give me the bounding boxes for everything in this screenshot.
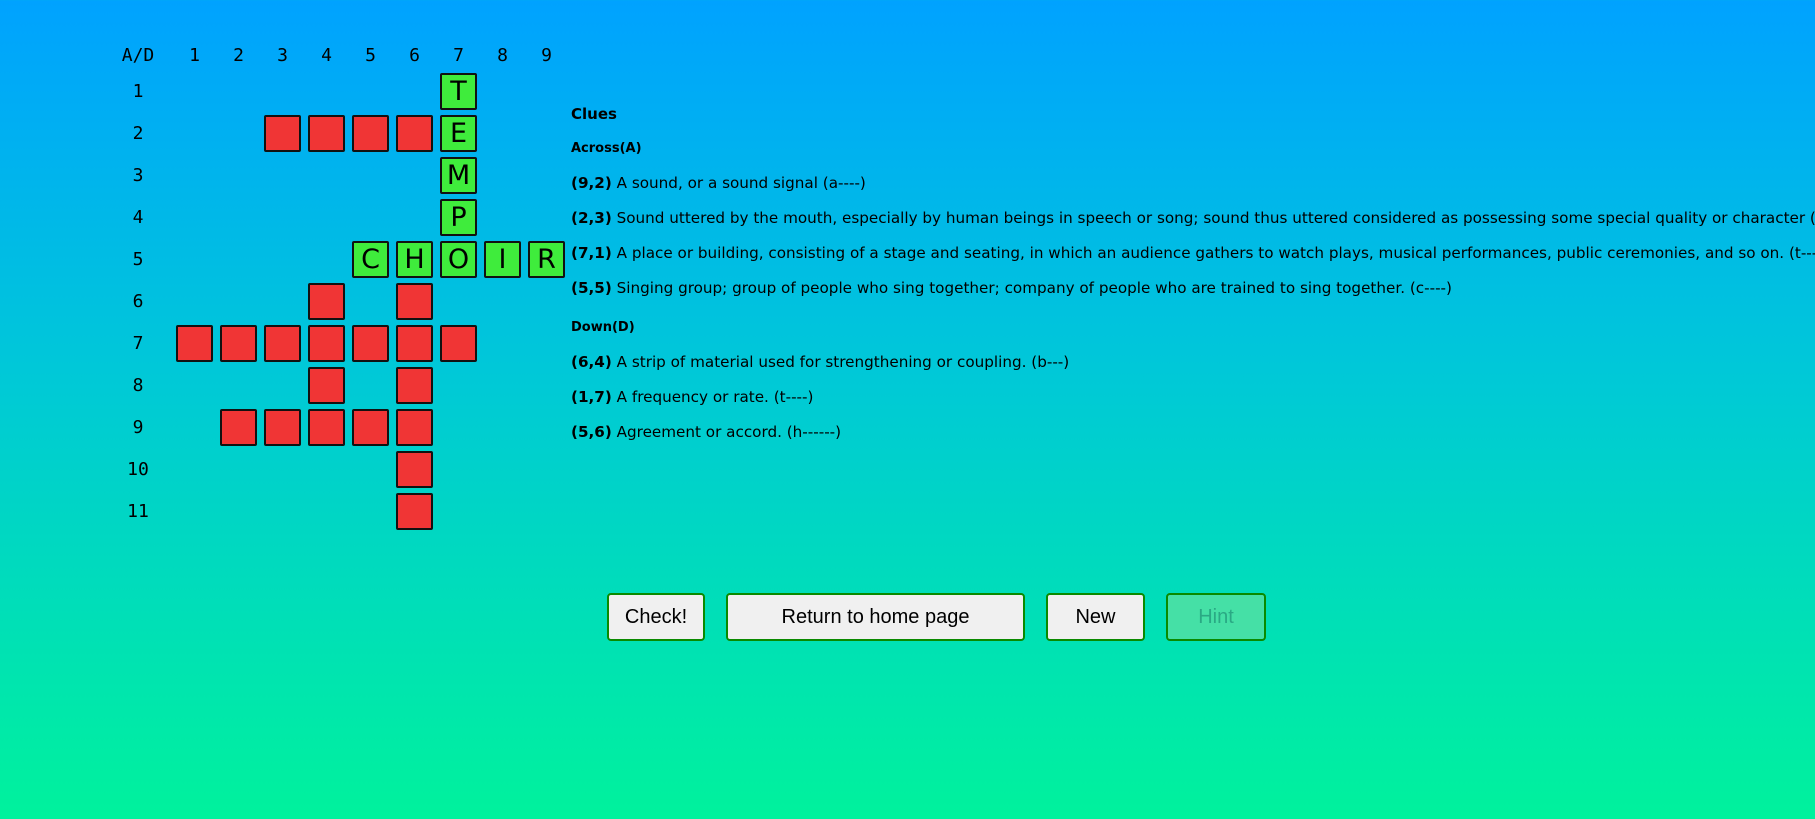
clue-position: (7,1) xyxy=(571,244,612,262)
across-clue: (7,1) A place or building, consisting of… xyxy=(571,244,1815,262)
crossword-cell[interactable] xyxy=(396,493,433,530)
crossword-cell[interactable] xyxy=(308,409,345,446)
new-button[interactable]: New xyxy=(1046,593,1145,641)
row-label: 3 xyxy=(132,165,144,186)
row-label: 11 xyxy=(127,501,149,522)
crossword-cell[interactable] xyxy=(396,451,433,488)
crossword-cell[interactable] xyxy=(396,283,433,320)
row-label: 1 xyxy=(132,81,144,102)
crossword-cell[interactable]: M xyxy=(440,157,477,194)
crossword-cell[interactable] xyxy=(308,325,345,362)
crossword-cell[interactable] xyxy=(396,367,433,404)
crossword-cell[interactable] xyxy=(396,409,433,446)
clue-position: (5,5) xyxy=(571,279,612,297)
row-label: 4 xyxy=(132,207,144,228)
crossword-cell[interactable] xyxy=(352,409,389,446)
column-label: 1 xyxy=(189,45,200,66)
down-clue: (6,4) A strip of material used for stren… xyxy=(571,353,1801,371)
crossword-cell[interactable]: T xyxy=(440,73,477,110)
crossword-cell[interactable]: I xyxy=(484,241,521,278)
clues-title: Clues xyxy=(571,105,617,123)
clue-position: (6,4) xyxy=(571,353,612,371)
across-clue-list: (9,2) A sound, or a sound signal (a----)… xyxy=(571,174,1815,297)
row-label: 10 xyxy=(127,459,149,480)
column-label: 7 xyxy=(453,45,464,66)
row-label: 2 xyxy=(132,123,144,144)
column-label: 9 xyxy=(541,45,552,66)
crossword-cell[interactable] xyxy=(396,115,433,152)
across-clue: (2,3) Sound uttered by the mouth, especi… xyxy=(571,209,1815,227)
clue-position: (1,7) xyxy=(571,388,612,406)
column-label: 6 xyxy=(409,45,420,66)
crossword-cell[interactable]: O xyxy=(440,241,477,278)
crossword-cell[interactable] xyxy=(352,115,389,152)
column-label: 3 xyxy=(277,45,288,66)
crossword-cell[interactable] xyxy=(352,325,389,362)
crossword-cell[interactable] xyxy=(220,409,257,446)
crossword-cell[interactable] xyxy=(308,283,345,320)
clues-panel: Clues Across(A) (9,2) A sound, or a soun… xyxy=(571,105,1815,458)
row-label: 8 xyxy=(132,375,144,396)
return-home-button[interactable]: Return to home page xyxy=(726,593,1025,641)
check-button[interactable]: Check! xyxy=(607,593,705,641)
crossword-cell[interactable] xyxy=(396,325,433,362)
crossword-cell[interactable] xyxy=(176,325,213,362)
down-clue: (1,7) A frequency or rate. (t----) xyxy=(571,388,1801,406)
crossword-cell[interactable] xyxy=(308,367,345,404)
crossword-cell[interactable] xyxy=(264,325,301,362)
crossword-cell[interactable] xyxy=(264,115,301,152)
row-label: 9 xyxy=(132,417,144,438)
crossword-cell[interactable] xyxy=(264,409,301,446)
down-clue: (5,6) Agreement or accord. (h------) xyxy=(571,423,1801,441)
clue-text: A frequency or rate. (t----) xyxy=(616,388,814,406)
row-label: 7 xyxy=(132,333,144,354)
column-label: 5 xyxy=(365,45,376,66)
row-label: 6 xyxy=(132,291,144,312)
crossword-cell[interactable]: C xyxy=(352,241,389,278)
crossword-grid: A/D 1 2 3 4 5 6 7 8 9 1 2 3 4 5 6 7 8 9 10 11 T E M P C H O I R xyxy=(0,0,565,540)
clue-text: A strip of material used for strengtheni… xyxy=(616,353,1070,371)
crossword-cell[interactable] xyxy=(308,115,345,152)
crossword-cell[interactable]: R xyxy=(528,241,565,278)
crossword-cell[interactable] xyxy=(220,325,257,362)
across-title: Across(A) xyxy=(571,141,642,156)
clue-text: A sound, or a sound signal (a----) xyxy=(616,174,866,192)
across-clue: (5,5) Singing group; group of people who… xyxy=(571,279,1801,297)
row-label: 5 xyxy=(132,249,144,270)
clue-text: Sound uttered by the mouth, especially b… xyxy=(616,209,1815,227)
clue-text: A place or building, consisting of a sta… xyxy=(616,244,1815,262)
crossword-cell[interactable]: P xyxy=(440,199,477,236)
crossword-cell[interactable]: E xyxy=(440,115,477,152)
column-label: 4 xyxy=(321,45,332,66)
column-label: 8 xyxy=(497,45,508,66)
column-label: 2 xyxy=(233,45,244,66)
grid-corner-label: A/D xyxy=(121,45,155,66)
crossword-cell[interactable]: H xyxy=(396,241,433,278)
across-clue: (9,2) A sound, or a sound signal (a----) xyxy=(571,174,1801,192)
hint-button: Hint xyxy=(1166,593,1266,641)
clue-position: (9,2) xyxy=(571,174,612,192)
down-clue-list: (6,4) A strip of material used for stren… xyxy=(571,353,1801,441)
clue-position: (5,6) xyxy=(571,423,612,441)
crossword-cell[interactable] xyxy=(440,325,477,362)
clue-text: Singing group; group of people who sing … xyxy=(616,279,1452,297)
down-title: Down(D) xyxy=(571,320,635,335)
clue-text: Agreement or accord. (h------) xyxy=(616,423,842,441)
clue-position: (2,3) xyxy=(571,209,612,227)
